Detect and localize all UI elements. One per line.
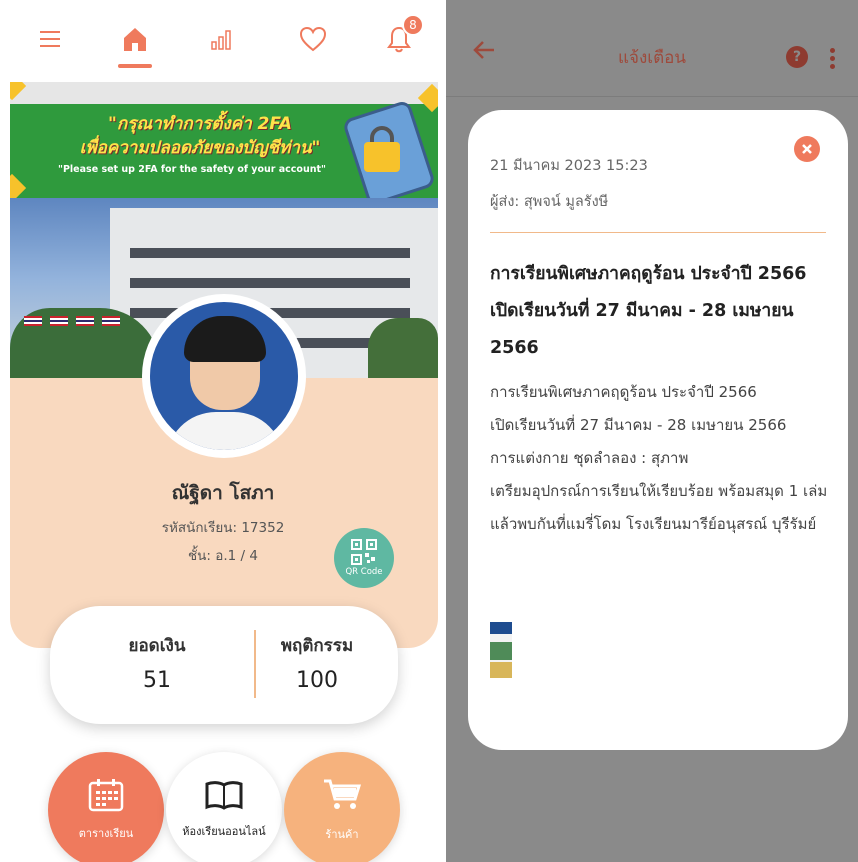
2fa-banner[interactable]: "กรุณาทำการตั้งค่า 2FA เพื่อความปลอดภัยข… — [10, 82, 438, 198]
bell-icon[interactable]: 8 — [382, 14, 424, 56]
book-icon — [205, 781, 243, 810]
qr-code-icon — [351, 539, 377, 565]
calendar-icon — [88, 779, 124, 812]
more-options-icon[interactable] — [830, 48, 836, 72]
notification-header: แจ้งเตือน ? — [446, 0, 858, 96]
banner-headline-2: เพื่อความปลอดภัยของบัญชีท่าน" — [79, 138, 321, 158]
message-date: 21 มีนาคม 2023 15:23 — [490, 158, 648, 174]
heart-icon[interactable] — [296, 22, 330, 56]
message-body-line: การเรียนพิเศษภาคฤดูร้อน ประจำปี 2566 — [490, 383, 757, 401]
close-icon[interactable] — [794, 136, 820, 162]
online-class-label: ห้องเรียนออนไลน์ — [182, 825, 266, 838]
home-icon[interactable] — [118, 22, 152, 56]
header-divider — [446, 96, 858, 97]
notification-screen: แจ้งเตือน ? 21 มีนาคม 2023 15:23 ผู้ส่ง:… — [446, 0, 858, 862]
message-body: การเรียนพิเศษภาคฤดูร้อน ประจำปี 2566 เปิ… — [490, 376, 834, 541]
avatar-photo — [150, 302, 298, 450]
cart-icon — [324, 779, 362, 809]
shop-button[interactable]: ร้านค้า — [284, 752, 400, 862]
attachment-thumbnail[interactable] — [490, 622, 512, 678]
top-nav-bar: 8 — [0, 0, 446, 80]
notification-dialog: 21 มีนาคม 2023 15:23 ผู้ส่ง: สุพจน์ มูลร… — [468, 110, 848, 750]
flag — [102, 316, 120, 326]
home-screen: 8 "กรุณาทำการตั้งค่า 2FA เพื่อความปลอดภั… — [0, 0, 446, 862]
flag — [50, 316, 68, 326]
message-divider — [490, 232, 826, 233]
message-sender: ผู้ส่ง: สุพจน์ มูลรังษี — [490, 194, 609, 210]
bar-chart-icon[interactable] — [206, 22, 240, 56]
message-body-line: แล้วพบกันที่แมรี่โดม โรงเรียนมารีย์อนุสร… — [490, 515, 817, 533]
student-avatar[interactable] — [142, 294, 306, 458]
banner-headline: "กรุณาทำการตั้งค่า 2FA — [108, 114, 292, 134]
schedule-label: ตารางเรียน — [78, 827, 134, 840]
trees — [368, 318, 438, 378]
help-icon[interactable]: ? — [786, 46, 808, 68]
banner-subtitle: "Please set up 2FA for the safety of you… — [58, 164, 326, 175]
balance-value[interactable]: 51 — [70, 668, 244, 693]
notification-badge: 8 — [402, 14, 424, 36]
banner-top-strip — [10, 82, 438, 104]
banner-corner-decoration — [10, 173, 27, 198]
flag — [24, 316, 42, 326]
shop-label: ร้านค้า — [325, 828, 359, 841]
message-title: การเรียนพิเศษภาคฤดูร้อน ประจำปี 2566 เปิ… — [490, 264, 807, 358]
schedule-button[interactable]: ตารางเรียน — [48, 752, 164, 862]
balance-label: ยอดเงิน — [128, 636, 186, 656]
student-name: ณัฐิดา โสภา — [171, 482, 275, 504]
flag — [76, 316, 94, 326]
stats-card: ยอดเงิน 51 พฤติกรรม 100 — [50, 606, 398, 724]
lock-body — [364, 142, 400, 172]
online-class-button[interactable]: ห้องเรียนออนไลน์ — [166, 752, 282, 862]
qr-code-button[interactable]: QR Code — [334, 528, 394, 588]
message-body-line: เปิดเรียนวันที่ 27 มีนาคม - 28 เมษายน 25… — [490, 416, 787, 434]
behavior-label: พฤติกรรม — [280, 636, 354, 656]
message-body-line: การแต่งกาย ชุดลำลอง : สุภาพ — [490, 449, 689, 467]
behavior-value[interactable]: 100 — [230, 668, 404, 693]
screenshot-root: 8 "กรุณาทำการตั้งค่า 2FA เพื่อความปลอดภั… — [0, 0, 858, 862]
active-tab-indicator — [118, 64, 152, 68]
message-body-line: เตรียมอุปกรณ์การเรียนให้เรียบร้อย พร้อมส… — [490, 482, 828, 500]
menu-icon[interactable] — [34, 22, 68, 56]
qr-code-label: QR Code — [345, 567, 383, 577]
